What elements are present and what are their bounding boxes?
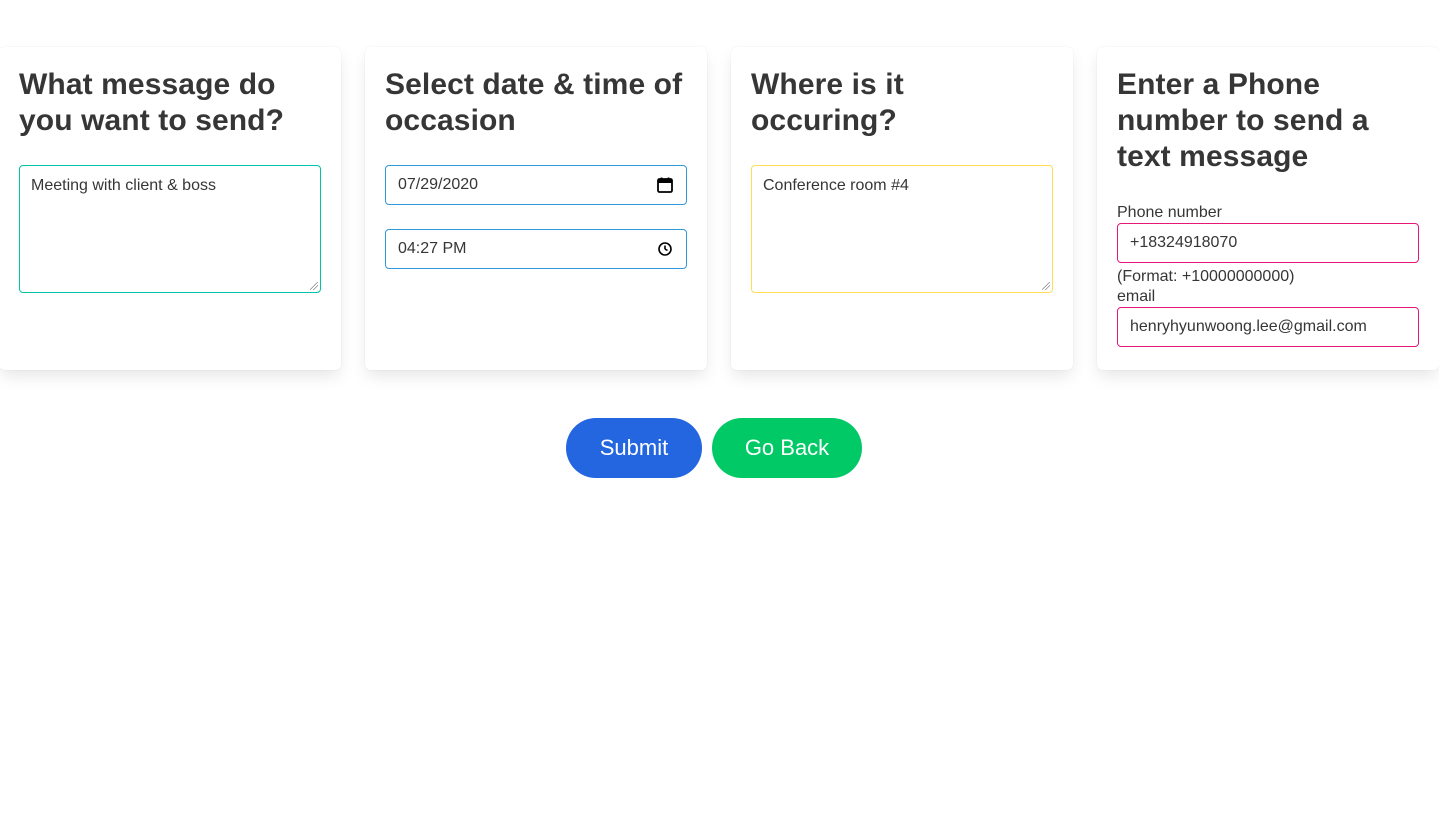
resize-grip-icon[interactable] <box>1042 282 1050 290</box>
phone-input-value: +18324918070 <box>1130 234 1238 251</box>
time-input-value: 04:27 PM <box>398 240 467 257</box>
date-input[interactable]: 07/29/2020 <box>385 165 687 205</box>
phone-label: Phone number <box>1117 204 1222 221</box>
datetime-card: Select date & time of occasion 07/29/202… <box>365 47 707 370</box>
message-textarea-value: Meeting with client & boss <box>31 177 216 194</box>
contact-card-title: Enter a Phone number to send a text mess… <box>1117 68 1369 173</box>
form-cards: What message do you want to send? Meetin… <box>0 47 1439 370</box>
contact-card: Enter a Phone number to send a text mess… <box>1097 47 1439 370</box>
go-back-button[interactable]: Go Back <box>712 418 862 478</box>
datetime-card-title: Select date & time of occasion <box>385 68 683 137</box>
message-card: What message do you want to send? Meetin… <box>0 47 341 370</box>
phone-input[interactable]: +18324918070 <box>1117 223 1419 263</box>
email-label: email <box>1117 288 1156 305</box>
calendar-icon[interactable] <box>656 176 674 194</box>
submit-button[interactable]: Submit <box>566 418 702 478</box>
resize-grip-icon[interactable] <box>310 282 318 290</box>
location-textarea-value: Conference room #4 <box>763 177 909 194</box>
email-input-value: henryhyunwoong.lee@gmail.com <box>1130 318 1367 335</box>
action-buttons: Submit Go Back <box>566 418 862 478</box>
location-textarea[interactable]: Conference room #4 <box>751 165 1053 293</box>
location-card-title: Where is it occuring? <box>751 68 904 137</box>
message-textarea[interactable]: Meeting with client & boss <box>19 165 321 293</box>
clock-icon[interactable] <box>656 240 674 258</box>
date-input-value: 07/29/2020 <box>398 176 479 193</box>
time-input[interactable]: 04:27 PM <box>385 229 687 269</box>
email-input[interactable]: henryhyunwoong.lee@gmail.com <box>1117 307 1419 347</box>
location-card: Where is it occuring? Conference room #4 <box>731 47 1073 370</box>
message-card-title: What message do you want to send? <box>19 68 285 137</box>
phone-format-help: (Format: +10000000000) <box>1117 268 1295 285</box>
